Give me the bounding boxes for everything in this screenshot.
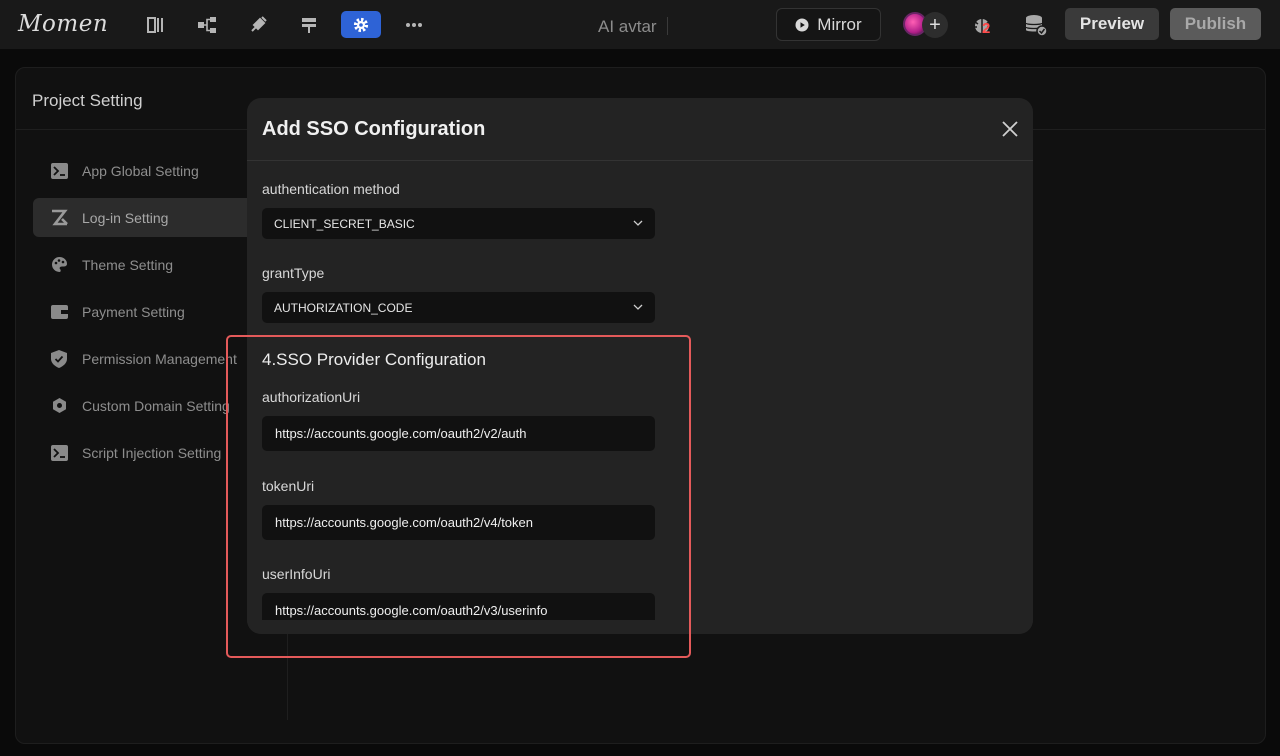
sidebar-item-label: Permission Management — [82, 350, 237, 367]
grant-type-label: grantType — [262, 265, 325, 281]
play-icon — [795, 18, 809, 31]
sidebar-item-custom-domain-setting[interactable]: Custom Domain Setting — [33, 386, 263, 425]
auth-method-label: authentication method — [262, 181, 400, 197]
mirror-label: Mirror — [817, 14, 862, 34]
sidebar-item-login-setting[interactable]: Log-in Setting — [33, 198, 263, 237]
panel-title: Project Setting — [32, 91, 143, 110]
auth-method-value: CLIENT_SECRET_BASIC — [274, 216, 415, 231]
plugin-icon[interactable] — [238, 11, 278, 38]
sidebar-item-label: App Global Setting — [82, 162, 199, 179]
layout-icon[interactable] — [136, 11, 176, 38]
settings-icon[interactable] — [341, 11, 381, 38]
mirror-button[interactable]: Mirror — [776, 8, 881, 41]
authorization-uri-field[interactable] — [262, 416, 655, 451]
grant-type-select[interactable]: AUTHORIZATION_CODE — [262, 292, 655, 323]
token-uri-label: tokenUri — [262, 478, 315, 494]
sidebar-item-permission-management[interactable]: Permission Management — [33, 339, 263, 378]
sidebar-item-app-global-setting[interactable]: App Global Setting — [33, 151, 263, 190]
divider — [247, 160, 1033, 161]
sidebar-item-label: Script Injection Setting — [82, 444, 222, 461]
token-uri-field[interactable] — [262, 505, 655, 540]
modal-bottom-padding — [247, 620, 1033, 634]
chevron-down-icon — [633, 220, 643, 226]
bug-count-badge: 2 — [982, 20, 991, 37]
grant-type-value: AUTHORIZATION_CODE — [274, 300, 413, 315]
palette-icon — [50, 256, 68, 274]
login-icon — [50, 209, 68, 227]
authorization-uri-label: authorizationUri — [262, 389, 361, 405]
shield-icon — [50, 349, 68, 368]
app-name[interactable]: AI avtar — [598, 17, 657, 37]
terminal-icon — [50, 444, 68, 462]
sidebar-item-script-injection-setting[interactable]: Script Injection Setting — [33, 433, 263, 472]
domain-icon — [50, 397, 68, 415]
add-collaborator-icon[interactable]: + — [922, 12, 948, 38]
sidebar-item-payment-setting[interactable]: Payment Setting — [33, 292, 263, 331]
close-icon[interactable] — [1001, 120, 1019, 138]
database-icon[interactable] — [1023, 12, 1049, 38]
userinfo-uri-label: userInfoUri — [262, 566, 331, 582]
flow-icon[interactable] — [187, 11, 227, 38]
divider — [667, 17, 668, 35]
terminal-icon — [50, 162, 68, 180]
component-icon[interactable] — [289, 11, 329, 38]
modal-title: Add SSO Configuration — [262, 118, 486, 140]
auth-method-select[interactable]: CLIENT_SECRET_BASIC — [262, 208, 655, 239]
sidebar-item-label: Log-in Setting — [82, 209, 169, 226]
sidebar-item-label: Custom Domain Setting — [82, 397, 230, 414]
top-bar: Momen AI avtar Mirror + 2 Preview Publis… — [0, 0, 1280, 49]
sidebar-item-theme-setting[interactable]: Theme Setting — [33, 245, 263, 284]
sidebar-item-label: Theme Setting — [82, 256, 174, 273]
add-sso-configuration-modal: Add SSO Configuration authentication met… — [247, 98, 1033, 634]
publish-button[interactable]: Publish — [1170, 8, 1261, 40]
momen-logo[interactable]: Momen — [18, 10, 128, 38]
section-title: 4.SSO Provider Configuration — [262, 350, 486, 369]
wallet-icon — [50, 303, 68, 321]
chevron-down-icon — [633, 304, 643, 310]
sidebar-item-label: Payment Setting — [82, 303, 185, 320]
preview-button[interactable]: Preview — [1065, 8, 1159, 40]
more-icon[interactable] — [394, 11, 434, 38]
logo-text: Momen — [18, 11, 109, 37]
